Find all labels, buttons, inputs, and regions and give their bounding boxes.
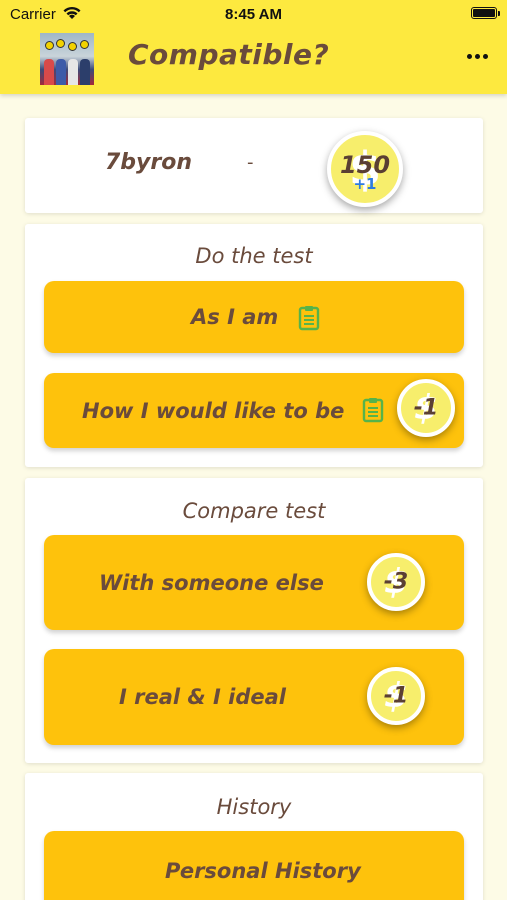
coin-balance-badge[interactable]: $ 150 +1 — [327, 131, 403, 207]
do-test-title: Do the test — [195, 244, 313, 268]
as-i-am-label: As I am — [191, 305, 279, 329]
personal-history-button[interactable]: Personal History — [44, 831, 464, 900]
app-logo-image[interactable] — [40, 33, 94, 85]
clipboard-icon — [362, 398, 384, 423]
cost-value: -3 — [383, 569, 409, 595]
history-title: History — [216, 795, 292, 819]
cost-badge: $ -3 — [367, 553, 425, 611]
compare-test-card: Compare test With someone else $ -3 I re… — [25, 478, 483, 763]
compare-test-title: Compare test — [182, 499, 326, 523]
cost-badge: $ -1 — [367, 667, 425, 725]
do-test-card: Do the test As I am How I would like to … — [25, 224, 483, 467]
with-someone-else-button[interactable]: With someone else $ -3 — [44, 535, 464, 630]
cost-badge: $ -1 — [397, 379, 455, 437]
cost-value: -1 — [413, 395, 439, 421]
how-i-would-like-button[interactable]: How I would like to be $ -1 — [44, 373, 464, 448]
history-card: History Personal History — [25, 773, 483, 900]
app-header: Carrier 8:45 AM Compatible? — [0, 0, 507, 94]
as-i-am-button[interactable]: As I am — [44, 281, 464, 353]
app-title: Compatible? — [128, 38, 330, 71]
clipboard-icon — [298, 306, 320, 331]
username-separator: - — [247, 152, 254, 173]
with-someone-else-label: With someone else — [99, 570, 324, 595]
more-options-icon[interactable] — [467, 52, 489, 62]
cost-value: -1 — [383, 683, 409, 709]
profile-card: 7byron - $ 150 +1 — [25, 118, 483, 213]
real-ideal-button[interactable]: I real & I ideal $ -1 — [44, 649, 464, 745]
status-bar: Carrier 8:45 AM — [0, 0, 507, 28]
coin-bonus: +1 — [353, 175, 377, 193]
status-time: 8:45 AM — [225, 6, 282, 23]
personal-history-label: Personal History — [165, 859, 361, 883]
battery-icon — [471, 7, 500, 19]
real-ideal-label: I real & I ideal — [119, 685, 286, 709]
how-i-would-like-label: How I would like to be — [82, 398, 345, 423]
username: 7byron — [105, 150, 193, 175]
